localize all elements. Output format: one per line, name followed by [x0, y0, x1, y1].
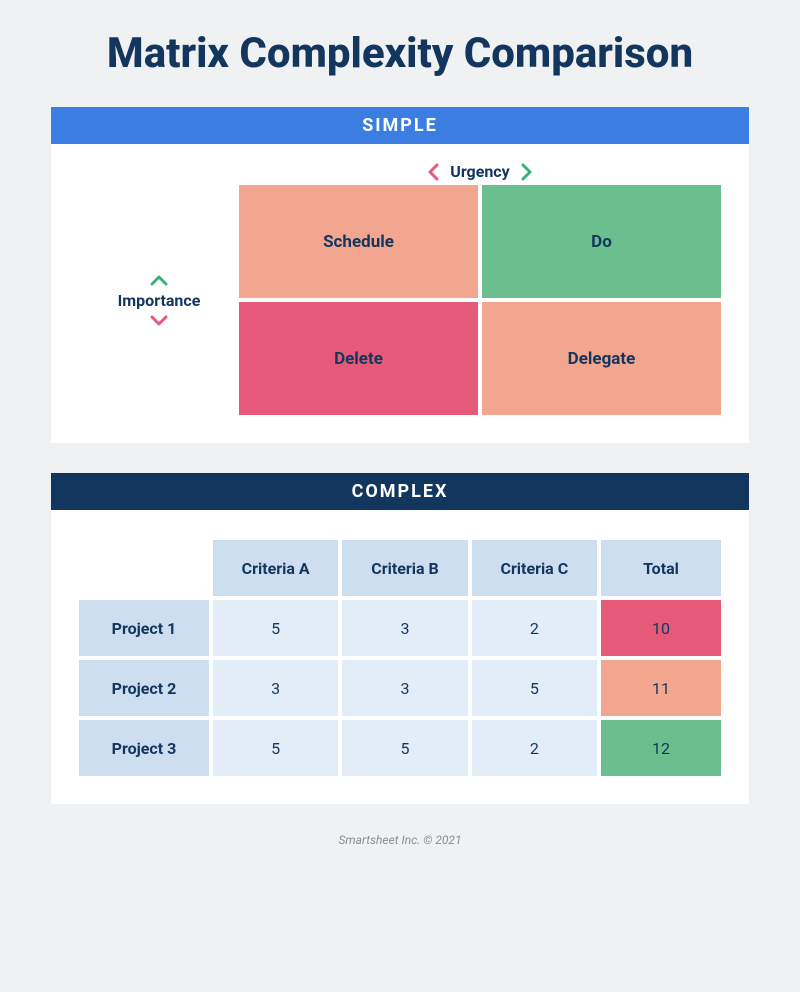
chevron-up-icon — [150, 273, 168, 287]
quadrant-do: Do — [482, 185, 721, 298]
table-cell: 2 — [472, 720, 597, 776]
quadrant-schedule: Schedule — [239, 185, 478, 298]
total-cell: 11 — [601, 660, 721, 716]
chevron-right-icon — [518, 163, 534, 181]
complex-table: Criteria A Criteria B Criteria C Total P… — [79, 540, 721, 776]
row-header: Project 1 — [79, 600, 209, 656]
quadrant-delegate: Delegate — [482, 302, 721, 415]
col-header-total: Total — [601, 540, 721, 596]
importance-label: Importance — [118, 291, 201, 310]
importance-axis: Importance — [79, 185, 239, 415]
complex-card: COMPLEX Criteria A Criteria B Criteria C… — [50, 472, 750, 805]
page-title: Matrix Complexity Comparison — [50, 30, 750, 78]
row-header: Project 3 — [79, 720, 209, 776]
simple-card: SIMPLE Urgency Importance — [50, 106, 750, 444]
chevron-left-icon — [426, 163, 442, 181]
row-header: Project 2 — [79, 660, 209, 716]
quadrant-grid: Schedule Do Delete Delegate — [239, 185, 721, 415]
table-cell: 3 — [342, 600, 467, 656]
urgency-label: Urgency — [450, 162, 509, 181]
chevron-down-icon — [150, 314, 168, 328]
simple-header: SIMPLE — [51, 107, 749, 144]
table-cell: 5 — [342, 720, 467, 776]
table-cell: 5 — [472, 660, 597, 716]
col-header: Criteria A — [213, 540, 338, 596]
footer-credit: Smartsheet Inc. © 2021 — [50, 833, 750, 847]
total-cell: 10 — [601, 600, 721, 656]
complex-header: COMPLEX — [51, 473, 749, 510]
total-cell: 12 — [601, 720, 721, 776]
table-cell: 2 — [472, 600, 597, 656]
table-cell: 3 — [213, 660, 338, 716]
table-cell: 5 — [213, 600, 338, 656]
table-corner — [79, 540, 209, 596]
table-cell: 5 — [213, 720, 338, 776]
col-header: Criteria B — [342, 540, 467, 596]
col-header: Criteria C — [472, 540, 597, 596]
table-cell: 3 — [342, 660, 467, 716]
quadrant-delete: Delete — [239, 302, 478, 415]
urgency-axis: Urgency — [239, 162, 721, 181]
